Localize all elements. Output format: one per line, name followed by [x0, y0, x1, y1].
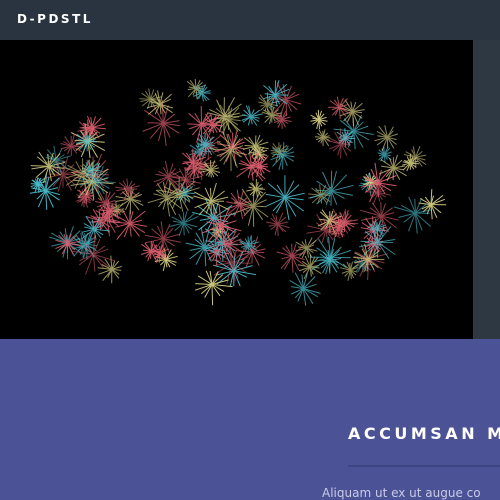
firework-ray	[221, 242, 224, 262]
firework-burst	[309, 170, 354, 206]
firework-burst	[246, 178, 266, 198]
firework-ray	[63, 173, 77, 176]
firework-ray	[194, 112, 202, 125]
firework-burst	[418, 189, 447, 220]
firework-burst	[314, 129, 331, 147]
top-bar: D-PDSTL	[0, 0, 500, 40]
firework-ray	[281, 119, 283, 129]
firework-ray	[244, 145, 256, 147]
banner-edge	[473, 40, 500, 339]
firework-ray	[430, 198, 445, 206]
firework-ray	[153, 176, 169, 183]
firework-ray	[93, 253, 115, 262]
banner	[0, 40, 500, 339]
firework-burst	[109, 209, 147, 240]
firework-burst	[377, 146, 392, 163]
firework-burst	[374, 125, 399, 152]
firework-ray	[252, 205, 269, 218]
firework-ray	[162, 223, 171, 239]
firework-ray	[195, 246, 206, 265]
firework-ray	[66, 234, 69, 244]
firework-ray	[37, 190, 47, 208]
firework-ray	[183, 216, 199, 224]
firework-ray	[116, 223, 131, 240]
site-title-link[interactable]: D-PDSTL	[17, 12, 93, 26]
firework-ray	[187, 123, 202, 125]
firework-ray	[252, 205, 264, 221]
firework-ray	[330, 256, 351, 259]
firework-ray	[183, 223, 185, 236]
firework-ray	[123, 223, 131, 238]
page: D-PDSTL ACCUMSAN M Aliquam ut ex ut augu…	[0, 0, 500, 500]
firework-ray	[211, 284, 221, 297]
firework-ray	[139, 98, 151, 100]
firework-ray	[254, 146, 257, 159]
firework-ray	[188, 112, 202, 125]
firework-ray	[184, 192, 195, 194]
firework-ray	[276, 184, 286, 198]
fireworks-image	[0, 40, 473, 339]
firework-ray	[30, 165, 49, 167]
section-divider	[348, 465, 500, 467]
firework-burst	[393, 196, 432, 234]
firework-ray	[317, 109, 320, 120]
firework-ray	[195, 283, 213, 285]
firework-ray	[228, 232, 230, 244]
firework-burst	[270, 142, 295, 171]
firework-ray	[184, 167, 187, 181]
firework-burst	[276, 243, 306, 273]
firework-ray	[414, 198, 416, 214]
firework-ray	[211, 284, 214, 306]
firework-ray	[393, 206, 416, 214]
firework-burst	[169, 211, 199, 237]
firework-burst	[310, 109, 328, 130]
firework-ray	[377, 241, 396, 255]
firework-ray	[383, 146, 385, 155]
section-heading: ACCUMSAN M	[348, 424, 500, 443]
firework-ray	[285, 99, 288, 116]
fireworks-illustration	[29, 79, 447, 306]
firework-ray	[253, 205, 267, 208]
firework-burst	[266, 212, 290, 236]
firework-ray	[284, 180, 295, 198]
firework-burst	[340, 261, 359, 281]
section-body-text: Aliquam ut ex ut augue co	[322, 486, 481, 500]
firework-burst	[241, 105, 263, 126]
content-section	[0, 339, 500, 500]
firework-ray	[274, 88, 290, 96]
firework-ray	[252, 206, 255, 227]
firework-burst	[265, 175, 305, 221]
